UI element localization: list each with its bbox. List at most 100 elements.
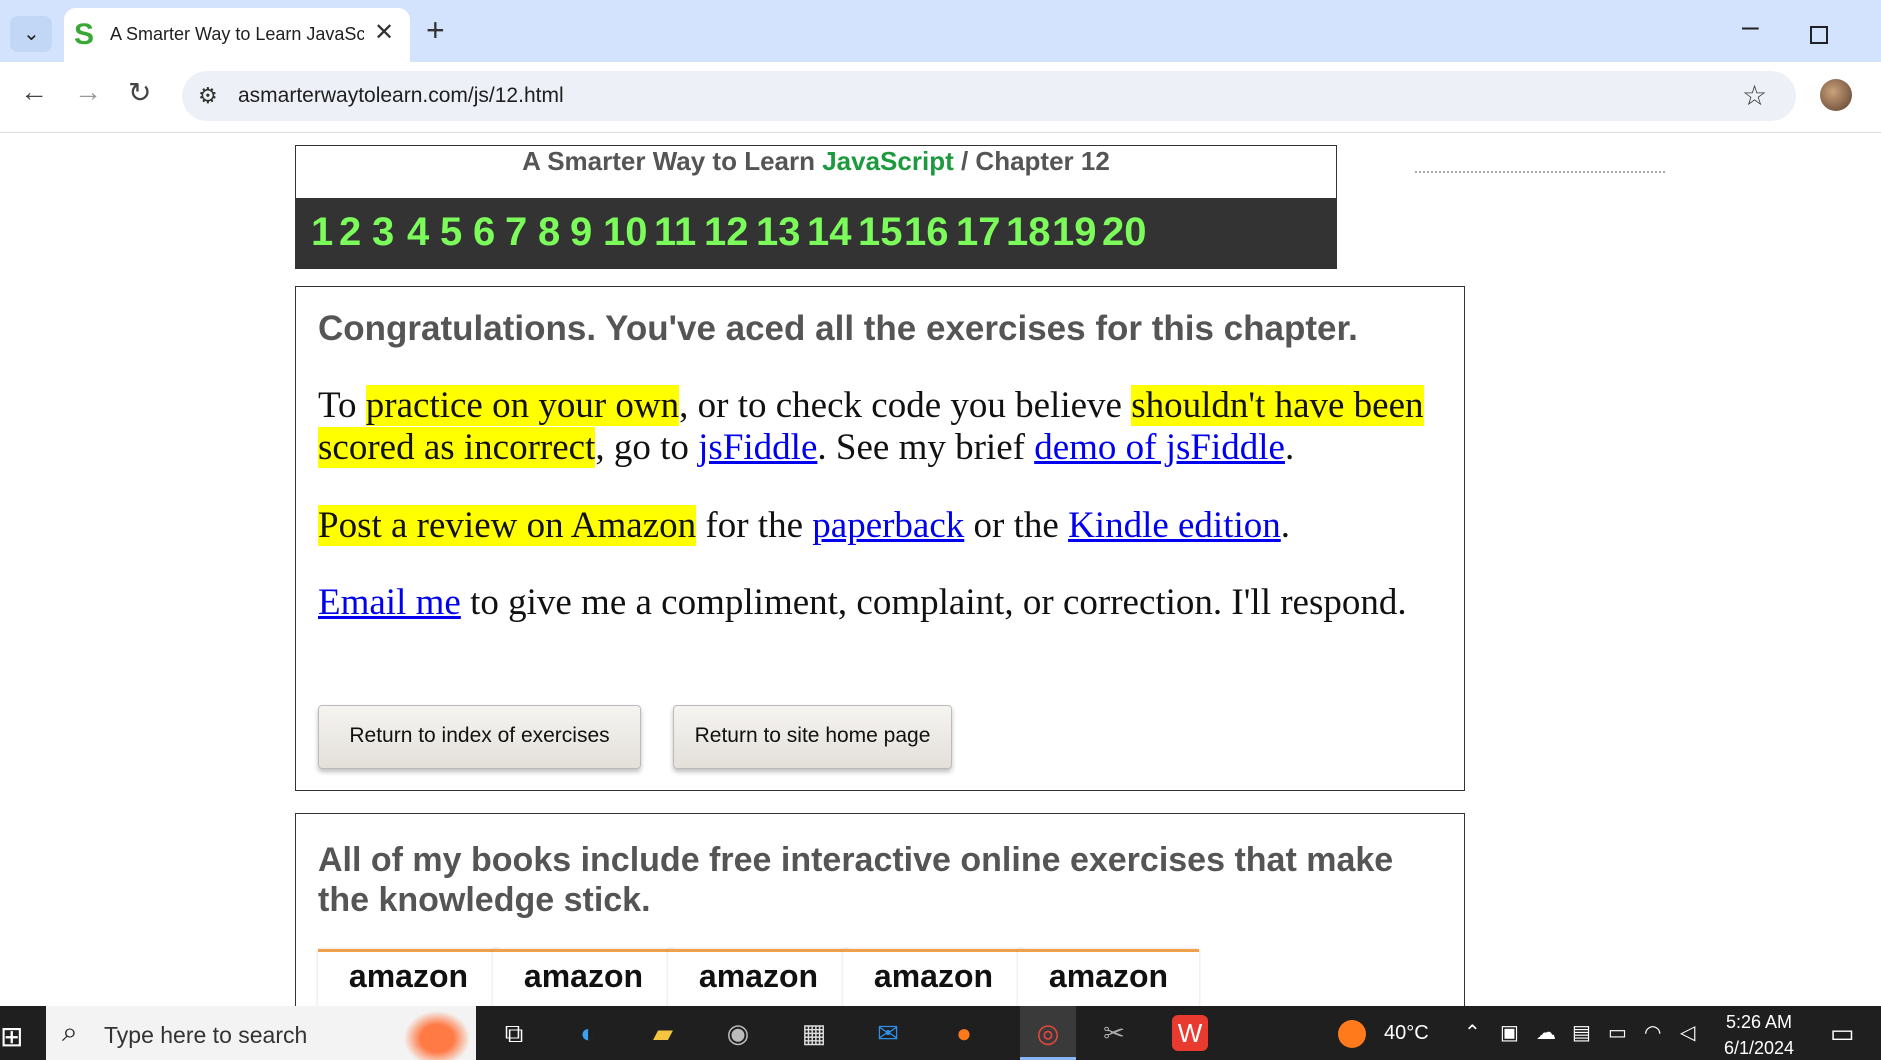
notification-icon[interactable]: ▭ — [1830, 1018, 1855, 1049]
chapter-link-9[interactable]: 9 — [570, 210, 592, 255]
paperback-link[interactable]: paperback — [812, 505, 964, 546]
congrats-heading: Congratulations. You've aced all the exe… — [318, 309, 1358, 348]
p1-text-5: . — [1284, 427, 1295, 468]
title-chapter: Chapter 12 — [975, 146, 1110, 176]
chapter-link-11[interactable]: 11 — [654, 210, 696, 255]
p1-text-2: , or to check code you believe — [679, 385, 1132, 426]
maximize-icon[interactable] — [1810, 26, 1828, 44]
chapter-link-10[interactable]: 10 — [603, 210, 648, 255]
review-paragraph: Post a review on Amazon for the paperbac… — [318, 505, 1448, 547]
chapter-link-13[interactable]: 13 — [756, 210, 801, 255]
chapter-link-7[interactable]: 7 — [505, 210, 527, 255]
chapter-link-19[interactable]: 19 — [1052, 210, 1097, 255]
chapter-link-14[interactable]: 14 — [807, 210, 852, 255]
close-icon[interactable]: ✕ — [374, 18, 394, 47]
p2-text-3: . — [1280, 505, 1291, 546]
tab-title: A Smarter Way to Learn JavaScript — [110, 24, 364, 44]
site-favicon-icon: S — [74, 18, 95, 51]
weather-icon[interactable] — [1338, 1020, 1366, 1048]
practice-paragraph: To practice on your own, or to check cod… — [318, 385, 1448, 469]
amazon-logo-text: amazon — [698, 958, 819, 994]
chapter-link-12[interactable]: 12 — [704, 210, 749, 255]
chevron-up-icon[interactable]: ⌃ — [1464, 1020, 1481, 1045]
chapter-link-6[interactable]: 6 — [473, 210, 495, 255]
bookmark-star-icon[interactable]: ☆ — [1742, 79, 1767, 112]
display-icon[interactable]: ▤ — [1572, 1020, 1591, 1045]
search-highlight-image — [398, 1006, 476, 1060]
amazon-logo-text: amazon — [873, 958, 994, 994]
highlight-review: Post a review on Amazon — [318, 505, 697, 546]
chapter-link-18[interactable]: 18 — [1006, 210, 1051, 255]
taskbar-search[interactable]: ⌕ Type here to search — [46, 1006, 476, 1060]
congrats-panel: Congratulations. You've aced all the exe… — [295, 286, 1465, 791]
firefox-icon[interactable]: ● — [946, 1015, 982, 1051]
title-prefix: A Smarter Way to Learn — [522, 146, 823, 176]
reload-icon[interactable]: ↻ — [128, 76, 151, 109]
chapter-link-15[interactable]: 15 — [858, 210, 903, 255]
amazon-book-link[interactable]: amazon — [493, 949, 674, 1006]
p2-text-2: or the — [964, 505, 1069, 546]
chapter-link-3[interactable]: 3 — [372, 210, 394, 255]
search-icon: ⌕ — [62, 1016, 78, 1047]
profile-avatar[interactable] — [1820, 79, 1852, 111]
chapter-link-17[interactable]: 17 — [956, 210, 1001, 255]
url-text[interactable]: asmarterwaytolearn.com/js/12.html — [238, 84, 564, 108]
p3-text-1: to give me a compliment, complaint, or c… — [460, 582, 1407, 623]
books-panel: All of my books include free interactive… — [295, 813, 1465, 1006]
kindle-edition-link[interactable]: Kindle edition — [1068, 505, 1281, 546]
chrome-taskbar-slot[interactable]: ◎ — [1020, 1006, 1076, 1060]
wifi-icon[interactable]: ◠ — [1644, 1020, 1661, 1045]
chapter-link-1[interactable]: 1 — [311, 210, 333, 255]
amazon-logo-text: amazon — [1048, 958, 1169, 994]
battery-icon[interactable]: ▭ — [1608, 1020, 1627, 1045]
weather-temperature[interactable]: 40°C — [1384, 1022, 1429, 1045]
forward-arrow-icon[interactable]: → — [74, 76, 102, 108]
task-view-icon[interactable]: ⧉ — [496, 1015, 532, 1051]
jsfiddle-link[interactable]: jsFiddle — [698, 427, 817, 468]
new-tab-button[interactable]: + — [426, 12, 445, 49]
tab-search-button[interactable]: ⌄ — [10, 16, 52, 52]
chevron-down-icon: ⌄ — [23, 23, 40, 45]
return-to-home-button[interactable]: Return to site home page — [673, 705, 952, 769]
file-explorer-icon[interactable]: ▰ — [645, 1015, 681, 1051]
p1-text-4: . See my brief — [817, 427, 1035, 468]
back-arrow-icon[interactable]: ← — [20, 76, 48, 108]
amazon-logo-text: amazon — [523, 958, 644, 994]
browser-tab[interactable]: S A Smarter Way to Learn JavaScript ✕ — [64, 8, 410, 62]
chapter-link-2[interactable]: 2 — [339, 210, 361, 255]
windows-start-icon[interactable]: ⊞ — [0, 1020, 23, 1053]
p1-text-3: , go to — [595, 427, 699, 468]
email-me-link[interactable]: Email me — [318, 582, 461, 623]
clock-date[interactable]: 6/1/2024 — [1724, 1038, 1794, 1059]
dotted-divider — [1415, 171, 1665, 173]
chapter-link-20[interactable]: 20 — [1102, 210, 1147, 255]
chapter-link-8[interactable]: 8 — [538, 210, 560, 255]
volume-icon[interactable]: ◁ — [1680, 1020, 1695, 1045]
edge-icon[interactable]: ◐ — [570, 1015, 606, 1051]
amazon-book-link[interactable]: amazon — [318, 949, 499, 1006]
store-icon[interactable]: ▦ — [796, 1015, 832, 1051]
meet-icon[interactable]: ▣ — [1500, 1020, 1519, 1045]
cloud-icon[interactable]: ☁ — [1536, 1020, 1556, 1045]
chapter-link-4[interactable]: 4 — [407, 210, 429, 255]
jsfiddle-demo-link[interactable]: demo of jsFiddle — [1034, 427, 1285, 468]
camera-icon[interactable]: ◉ — [720, 1015, 756, 1051]
amazon-logo-text: amazon — [348, 958, 469, 994]
windows-taskbar: ⊞ ⌕ Type here to search ⧉ ◐ ▰ ◉ ▦ ✉ ● ◎ … — [0, 1006, 1881, 1060]
chrome-icon: ◎ — [1036, 1018, 1060, 1048]
p1-text-1: To — [318, 385, 366, 426]
amazon-book-link[interactable]: amazon — [1018, 949, 1199, 1006]
amazon-book-link[interactable]: amazon — [668, 949, 849, 1006]
amazon-book-link[interactable]: amazon — [843, 949, 1024, 1006]
snipping-tool-icon[interactable]: ✂ — [1096, 1015, 1132, 1051]
return-to-index-button[interactable]: Return to index of exercises — [318, 705, 641, 769]
site-info-icon[interactable]: ⚙ — [198, 83, 218, 109]
clock-time[interactable]: 5:26 AM — [1726, 1012, 1792, 1033]
chapter-link-5[interactable]: 5 — [440, 210, 462, 255]
mail-icon[interactable]: ✉ — [870, 1015, 906, 1051]
address-bar[interactable]: ⚙ asmarterwaytolearn.com/js/12.html ☆ — [182, 71, 1796, 121]
wps-office-icon[interactable]: W — [1172, 1015, 1208, 1051]
title-accent: JavaScript — [822, 146, 954, 176]
minimize-icon[interactable]: – — [1742, 10, 1759, 44]
chapter-link-16[interactable]: 16 — [904, 210, 949, 255]
